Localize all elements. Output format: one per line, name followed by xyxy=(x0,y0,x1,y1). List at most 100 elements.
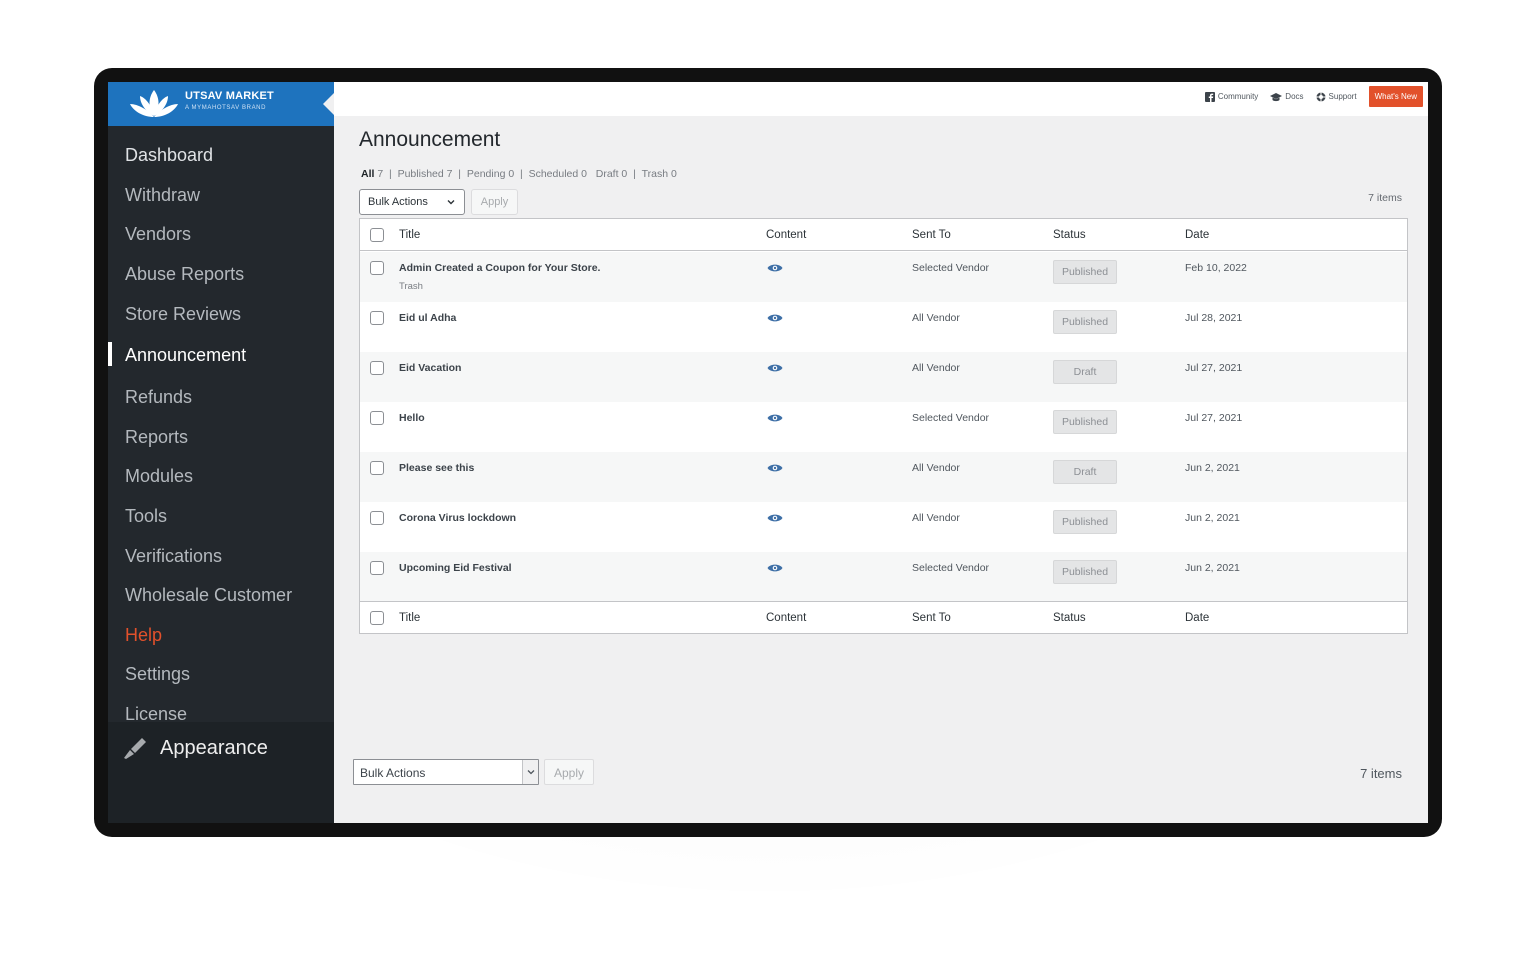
community-label: Community xyxy=(1217,92,1259,101)
filter-separator xyxy=(587,168,596,180)
graduation-cap-icon xyxy=(1270,92,1283,101)
table-row: Corona Virus lockdown All Vendor Publish… xyxy=(360,502,1407,552)
row-sub: Trash xyxy=(399,281,423,292)
eye-icon[interactable] xyxy=(767,413,783,423)
table-footer: Title Content Sent To Status Date xyxy=(360,601,1407,633)
chevron-down-icon xyxy=(527,770,535,775)
filter-trash[interactable]: Trash 0 xyxy=(642,168,677,180)
row-checkbox[interactable] xyxy=(370,561,384,575)
menu-item-withdraw[interactable]: Withdraw xyxy=(108,176,334,216)
menu-label: Verifications xyxy=(125,545,223,566)
status-badge: Published xyxy=(1053,510,1117,534)
status-filters: All 7 | Published 7 | Pending 0 | Schedu… xyxy=(361,168,677,180)
top-bar: Community Docs Support What's New xyxy=(334,82,1428,116)
menu-item-store-reviews[interactable]: Store Reviews xyxy=(108,294,334,334)
whats-new-button[interactable]: What's New xyxy=(1368,86,1423,107)
apply-button-bottom[interactable]: Apply xyxy=(544,759,594,785)
menu-item-vendors[interactable]: Vendors xyxy=(108,215,334,255)
menu-label: Modules xyxy=(125,466,194,487)
screen: UTSAV MARKET A MYMAHOTSAV BRAND Dashboar… xyxy=(108,82,1428,823)
row-checkbox[interactable] xyxy=(370,261,384,275)
community-link[interactable]: Community xyxy=(1204,91,1259,102)
column-date[interactable]: Date xyxy=(1185,229,1209,241)
row-sent-to: All Vendor xyxy=(912,512,960,524)
page-title: Announcement xyxy=(359,128,501,151)
row-title[interactable]: Upcoming Eid Festival xyxy=(399,562,512,574)
eye-icon[interactable] xyxy=(767,363,783,373)
row-checkbox[interactable] xyxy=(370,461,384,475)
bulk-actions-select-bottom[interactable]: Bulk Actions xyxy=(353,759,539,785)
row-date: Jun 2, 2021 xyxy=(1185,512,1240,524)
menu-item-abuse-reports[interactable]: Abuse Reports xyxy=(108,255,334,295)
filter-separator: | xyxy=(383,168,398,180)
filter-published[interactable]: Published 7 xyxy=(398,168,453,180)
select-all-checkbox-footer[interactable] xyxy=(370,611,384,625)
row-title[interactable]: Eid ul Adha xyxy=(399,312,456,324)
filter-separator: | xyxy=(452,168,467,180)
status-badge: Published xyxy=(1053,560,1117,584)
table-row: Hello Selected Vendor Published Jul 27, … xyxy=(360,402,1407,452)
menu-section-appearance: Appearance xyxy=(108,722,334,823)
row-title[interactable]: Please see this xyxy=(399,462,474,474)
menu-item-modules[interactable]: Modules xyxy=(108,457,334,497)
brand-header[interactable]: UTSAV MARKET A MYMAHOTSAV BRAND xyxy=(108,82,335,126)
menu-label: Announcement xyxy=(125,345,247,366)
bulk-actions-label: Bulk Actions xyxy=(368,196,428,208)
row-checkbox[interactable] xyxy=(370,361,384,375)
eye-icon[interactable] xyxy=(767,463,783,473)
menu-item-reports[interactable]: Reports xyxy=(108,418,334,458)
lotus-logo-icon xyxy=(130,90,178,117)
row-date: Feb 10, 2022 xyxy=(1185,262,1247,274)
filter-all[interactable]: All 7 xyxy=(361,168,383,180)
announcements-table: Title Content Sent To Status Date Admin … xyxy=(359,218,1408,634)
row-title[interactable]: Hello xyxy=(399,412,425,424)
select-all-checkbox[interactable] xyxy=(370,228,384,242)
eye-icon[interactable] xyxy=(767,313,783,323)
lifebuoy-icon xyxy=(1316,92,1326,101)
table-row: Eid ul Adha All Vendor Published Jul 28,… xyxy=(360,302,1407,352)
status-badge: Published xyxy=(1053,260,1117,284)
column-title[interactable]: Title xyxy=(399,229,420,241)
brand-name: UTSAV MARKET xyxy=(185,90,274,102)
menu-label: Wholesale Customer xyxy=(125,585,293,606)
row-sent-to: Selected Vendor xyxy=(912,262,990,274)
apply-button-top[interactable]: Apply xyxy=(471,189,518,215)
menu-item-help[interactable]: Help xyxy=(108,616,334,656)
filter-draft[interactable]: Draft 0 xyxy=(596,168,628,180)
bulk-actions-select-top[interactable]: Bulk Actions xyxy=(359,189,465,215)
table-row: Upcoming Eid Festival Selected Vendor Pu… xyxy=(360,552,1407,602)
filter-pending[interactable]: Pending 0 xyxy=(467,168,514,180)
support-label: Support xyxy=(1328,92,1357,101)
eye-icon[interactable] xyxy=(767,563,783,573)
filter-scheduled[interactable]: Scheduled 0 xyxy=(529,168,587,180)
menu-label: Refunds xyxy=(125,387,193,408)
menu-label: Appearance xyxy=(160,736,268,759)
menu-item-verifications[interactable]: Verifications xyxy=(108,536,334,576)
row-sent-to: All Vendor xyxy=(912,312,960,324)
row-title[interactable]: Admin Created a Coupon for Your Store. xyxy=(399,262,600,274)
eye-icon[interactable] xyxy=(767,263,783,273)
column-date[interactable]: Date xyxy=(1185,612,1209,624)
row-sent-to: All Vendor xyxy=(912,462,960,474)
menu-item-dashboard[interactable]: Dashboard xyxy=(108,136,334,176)
eye-icon[interactable] xyxy=(767,513,783,523)
column-content: Content xyxy=(766,229,807,241)
menu-item-settings[interactable]: Settings xyxy=(108,655,334,695)
table-row: Admin Created a Coupon for Your Store. T… xyxy=(360,252,1407,302)
row-title[interactable]: Eid Vacation xyxy=(399,362,461,374)
menu-item-wholesale-customer[interactable]: Wholesale Customer xyxy=(108,576,334,616)
row-title[interactable]: Corona Virus lockdown xyxy=(399,512,516,524)
row-checkbox[interactable] xyxy=(370,511,384,525)
support-link[interactable]: Support xyxy=(1316,92,1357,102)
menu-item-tools[interactable]: Tools xyxy=(108,497,334,537)
docs-label: Docs xyxy=(1285,92,1304,101)
menu-label: Withdraw xyxy=(125,184,201,205)
menu-item-appearance[interactable]: Appearance xyxy=(120,736,268,760)
docs-link[interactable]: Docs xyxy=(1270,92,1304,102)
menu-item-announcement[interactable]: Announcement xyxy=(108,334,334,378)
menu-item-refunds[interactable]: Refunds xyxy=(108,378,334,418)
table-header: Title Content Sent To Status Date xyxy=(360,219,1407,251)
row-checkbox[interactable] xyxy=(370,411,384,425)
column-title[interactable]: Title xyxy=(399,612,420,624)
row-checkbox[interactable] xyxy=(370,311,384,325)
